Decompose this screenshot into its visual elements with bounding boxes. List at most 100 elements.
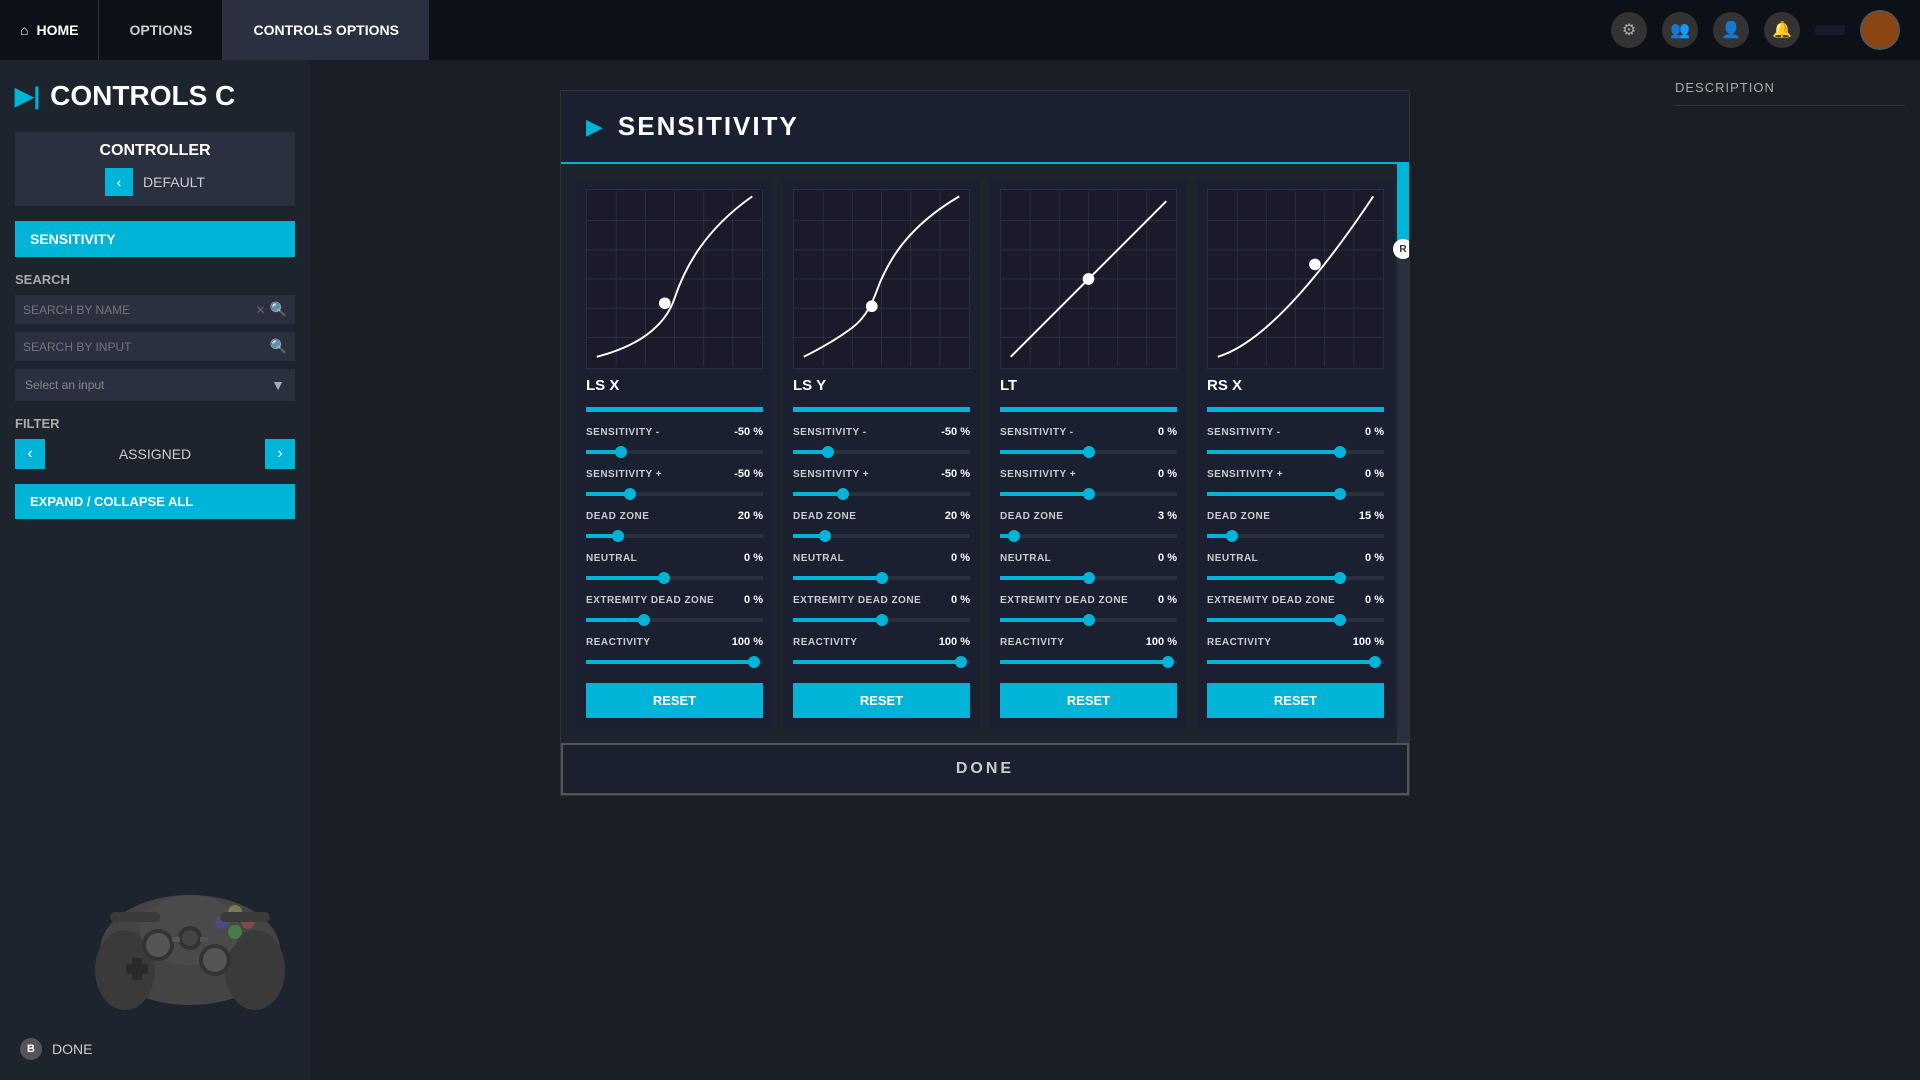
avatar[interactable] — [1860, 10, 1900, 50]
filter-section: FILTER ‹ ASSIGNED › — [15, 416, 295, 469]
card-rs-x: RS X SENSITIVITY - 0 % SENSITIVITY + — [1197, 179, 1394, 728]
filter-next-button[interactable]: › — [265, 439, 295, 469]
settings-icon-btn[interactable]: ⚙ — [1611, 12, 1647, 48]
ctrl-ls-y-neutral-slider[interactable] — [793, 576, 970, 580]
ctrl-lt-sens-plus-slider[interactable] — [1000, 492, 1177, 496]
filter-prev-button[interactable]: ‹ — [15, 439, 45, 469]
search-by-input-icon[interactable]: 🔍 — [270, 338, 287, 355]
ctrl-lt-reactivity-slider[interactable] — [1000, 660, 1177, 664]
reset-rs-x-button[interactable]: RESET — [1207, 683, 1384, 718]
ctrl-lt-extdz-value: 0 % — [1137, 594, 1177, 606]
options-button[interactable]: OPTIONS — [99, 0, 223, 60]
ctrl-lt-sens-minus-slider[interactable] — [1000, 450, 1177, 454]
ctrl-ls-y-neutral-value: 0 % — [930, 552, 970, 564]
ctrl-ls-x-sens-minus-slider[interactable] — [586, 450, 763, 454]
card-ls-y: LS Y SENSITIVITY - -50 % SENSITIVITY + — [783, 179, 980, 728]
ctrl-lt-sens-minus-value: 0 % — [1137, 426, 1177, 438]
ctrl-ls-x-neutral-slider[interactable] — [586, 576, 763, 580]
ctrl-ls-y-extdz-slider[interactable] — [793, 618, 970, 622]
ctrl-ls-y-extdz-label: EXTREMITY DEAD ZONE — [793, 595, 930, 606]
ctrl-rs-x-neutral-slider[interactable] — [1207, 576, 1384, 580]
search-clear-icon[interactable]: ✕ — [256, 303, 266, 317]
search-icon[interactable]: 🔍 — [270, 301, 287, 318]
ctrl-ls-y-sens-minus-slider[interactable] — [793, 450, 970, 454]
curve-lt — [1001, 190, 1176, 368]
search-by-name-wrap: ✕ 🔍 — [15, 295, 295, 324]
ctrl-lt-deadzone-row: DEAD ZONE 3 % — [1000, 510, 1177, 522]
ctrl-ls-y-sens-plus-label: SENSITIVITY + — [793, 469, 930, 480]
select-input-dropdown[interactable]: Select an input ▼ — [15, 369, 295, 401]
home-icon: ⌂ — [20, 22, 28, 38]
friends-icon-btn[interactable]: 👥 — [1662, 12, 1698, 48]
ctrl-ls-y-deadzone-slider[interactable] — [793, 534, 970, 538]
sidebar: ▶| CONTROLS C CONTROLLER ‹ DEFAULT SENSI… — [0, 60, 310, 1080]
controls-options-label: CONTROLS OPTIONS — [253, 22, 398, 38]
controller-prev-button[interactable]: ‹ — [105, 168, 133, 196]
ctrl-ls-y-sens-plus-slider[interactable] — [793, 492, 970, 496]
card-ls-x: LS X SENSITIVITY - -50 % SENSITIVITY — [576, 179, 773, 728]
ctrl-rs-x-sens-plus-slider[interactable] — [1207, 492, 1384, 496]
ctrl-lt-neutral-row: NEUTRAL 0 % — [1000, 552, 1177, 564]
profile-icon-btn[interactable]: 👤 — [1713, 12, 1749, 48]
modal-done-button[interactable]: DONE — [561, 743, 1409, 795]
ctrl-ls-x-neutral-label: NEUTRAL — [586, 553, 723, 564]
card-lt-progress — [1000, 407, 1177, 412]
sensitivity-button[interactable]: SENSITIVITY — [15, 221, 295, 257]
ctrl-rs-x-reactivity-slider[interactable] — [1207, 660, 1384, 664]
card-rs-x-progress — [1207, 407, 1384, 412]
ctrl-ls-x-extdz-slider[interactable] — [586, 618, 763, 622]
ctrl-ls-y-sens-minus-value: -50 % — [930, 426, 970, 438]
ctrl-lt-extdz-slider[interactable] — [1000, 618, 1177, 622]
ctrl-ls-y-neutral-row: NEUTRAL 0 % — [793, 552, 970, 564]
ctrl-lt-neutral-label: NEUTRAL — [1000, 553, 1137, 564]
reset-lt-button[interactable]: RESET — [1000, 683, 1177, 718]
scroll-thumb[interactable] — [1397, 164, 1409, 244]
topbar-icons: ⚙ 👥 👤 🔔 — [1611, 10, 1920, 50]
ctrl-ls-y-sens-plus-row: SENSITIVITY + -50 % — [793, 468, 970, 480]
bottom-done-label: DONE — [52, 1041, 92, 1057]
ctrl-ls-x-sens-plus-row: SENSITIVITY + -50 % — [586, 468, 763, 480]
search-by-input-wrap: 🔍 — [15, 332, 295, 361]
ctrl-rs-x-extdz-value: 0 % — [1344, 594, 1384, 606]
ctrl-rs-x-sens-plus-value: 0 % — [1344, 468, 1384, 480]
ctrl-ls-x-reactivity-label: REACTIVITY — [586, 637, 723, 648]
ctrl-lt-sens-minus-row: SENSITIVITY - 0 % — [1000, 426, 1177, 438]
filter-label: FILTER — [15, 416, 295, 431]
ctrl-rs-x-sens-minus-slider[interactable] — [1207, 450, 1384, 454]
ctrl-rs-x-deadzone-slider[interactable] — [1207, 534, 1384, 538]
card-ls-x-progress — [586, 407, 763, 412]
ctrl-ls-x-reactivity-value: 100 % — [723, 636, 763, 648]
ctrl-rs-x-sens-plus-label: SENSITIVITY + — [1207, 469, 1344, 480]
ctrl-ls-x-reactivity-row: REACTIVITY 100 % — [586, 636, 763, 648]
modal-body: LS X SENSITIVITY - -50 % SENSITIVITY — [561, 164, 1409, 743]
ctrl-rs-x-sens-minus-row: SENSITIVITY - 0 % — [1207, 426, 1384, 438]
ctrl-lt-reactivity-row: REACTIVITY 100 % — [1000, 636, 1177, 648]
controls-options-tab[interactable]: CONTROLS OPTIONS — [223, 0, 428, 60]
ctrl-ls-y-extdz-value: 0 % — [930, 594, 970, 606]
ctrl-ls-x-deadzone-slider[interactable] — [586, 534, 763, 538]
filter-nav: ‹ ASSIGNED › — [15, 439, 295, 469]
ctrl-ls-y-sens-minus-row: SENSITIVITY - -50 % — [793, 426, 970, 438]
reset-ls-y-button[interactable]: RESET — [793, 683, 970, 718]
reset-ls-x-button[interactable]: RESET — [586, 683, 763, 718]
search-by-input-input[interactable] — [23, 340, 270, 354]
ctrl-ls-x-sens-plus-slider[interactable] — [586, 492, 763, 496]
notifications-icon-btn[interactable]: 🔔 — [1764, 12, 1800, 48]
ctrl-lt-deadzone-slider[interactable] — [1000, 534, 1177, 538]
modal-title: SENSITIVITY — [618, 111, 799, 142]
ctrl-lt-sens-plus-label: SENSITIVITY + — [1000, 469, 1137, 480]
ctrl-rs-x-deadzone-value: 15 % — [1344, 510, 1384, 522]
modal-header: ▶ SENSITIVITY — [561, 91, 1409, 164]
ctrl-rs-x-extdz-slider[interactable] — [1207, 618, 1384, 622]
b-button-label: B — [27, 1043, 35, 1055]
ctrl-ls-y-reactivity-slider[interactable] — [793, 660, 970, 664]
modal-done-label: DONE — [956, 760, 1014, 777]
home-button[interactable]: ⌂ HOME — [0, 0, 99, 60]
curve-rs-x — [1208, 190, 1383, 368]
expand-collapse-button[interactable]: EXPAND / COLLAPSE ALL — [15, 484, 295, 519]
ctrl-ls-x-reactivity-slider[interactable] — [586, 660, 763, 664]
ctrl-lt-neutral-slider[interactable] — [1000, 576, 1177, 580]
search-by-name-input[interactable] — [23, 303, 256, 317]
scrollbar[interactable]: R — [1397, 164, 1409, 743]
ctrl-lt-extdz-label: EXTREMITY DEAD ZONE — [1000, 595, 1137, 606]
